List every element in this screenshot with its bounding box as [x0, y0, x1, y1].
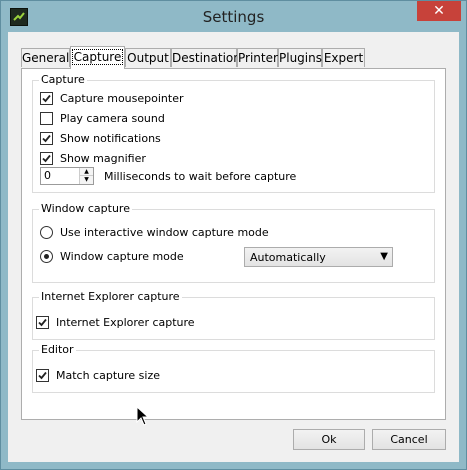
checkbox-box[interactable] — [36, 315, 49, 329]
settings-window: Settings ✕ General Capture Output Destin… — [0, 0, 467, 470]
tab-expert[interactable]: Expert — [322, 48, 365, 67]
radio-button[interactable] — [40, 225, 53, 239]
show-magnifier-checkbox[interactable]: Show magnifier — [40, 150, 146, 166]
cancel-button[interactable]: Cancel — [372, 429, 446, 450]
radio-label: Window capture mode — [60, 249, 184, 263]
tab-printer[interactable]: Printer — [237, 48, 278, 67]
chevron-down-icon: ▼ — [380, 251, 388, 262]
spinner-down-icon[interactable]: ▼ — [79, 175, 93, 184]
window-capture-mode-radio[interactable]: Window capture mode — [40, 248, 184, 264]
match-capture-size-checkbox[interactable]: Match capture size — [36, 367, 160, 383]
capture-mousepointer-checkbox[interactable]: Capture mousepointer — [40, 90, 184, 106]
window-capture-mode-select[interactable]: Automatically ▼ — [244, 247, 393, 267]
radio-selected-dot — [44, 253, 49, 259]
close-icon: ✕ — [433, 3, 445, 19]
tab-destination[interactable]: Destination — [171, 48, 241, 67]
checkbox-box[interactable] — [40, 131, 53, 145]
editor-group: Editor Match capture size — [32, 343, 435, 393]
ie-capture-group: Internet Explorer capture Internet Explo… — [32, 290, 435, 340]
tab-capture-label: Capture — [71, 49, 124, 65]
checkmark-icon — [38, 318, 47, 326]
mouse-cursor-icon — [136, 405, 150, 429]
capture-delay-label: Milliseconds to wait before capture — [104, 169, 297, 183]
checkmark-icon — [42, 134, 51, 142]
capture-delay-value[interactable]: 0 — [44, 169, 51, 182]
tab-general[interactable]: General — [21, 48, 70, 67]
show-notifications-checkbox[interactable]: Show notifications — [40, 130, 161, 146]
window-title: Settings — [202, 8, 265, 26]
tab-plugins[interactable]: Plugins — [278, 48, 322, 67]
radio-button[interactable] — [40, 249, 53, 263]
interactive-capture-radio[interactable]: Use interactive window capture mode — [40, 224, 269, 240]
ie-capture-checkbox[interactable]: Internet Explorer capture — [36, 314, 195, 330]
tab-output[interactable]: Output — [125, 48, 171, 67]
checkmark-icon — [42, 154, 51, 162]
capture-group-title: Capture — [39, 73, 87, 86]
checkbox-box[interactable] — [40, 151, 53, 165]
dialog-client-area: General Capture Output Destination Print… — [8, 32, 459, 462]
checkbox-label: Show magnifier — [60, 151, 146, 165]
title-bar[interactable]: Settings ✕ — [1, 1, 466, 31]
checkbox-box[interactable] — [40, 91, 53, 105]
checkbox-label: Internet Explorer capture — [56, 315, 195, 329]
checkbox-label: Play camera sound — [60, 111, 165, 125]
window-capture-group: Window capture Use interactive window ca… — [32, 202, 435, 283]
window-capture-group-title: Window capture — [39, 202, 132, 215]
checkbox-box[interactable] — [40, 111, 53, 125]
checkmark-icon — [42, 94, 51, 102]
tab-capture[interactable]: Capture — [70, 46, 125, 69]
capture-tab-panel: Capture Capture mousepointer Play camera… — [21, 68, 446, 420]
checkbox-label: Show notifications — [60, 131, 161, 145]
ie-capture-group-title: Internet Explorer capture — [39, 290, 182, 303]
editor-group-title: Editor — [39, 343, 76, 356]
play-camera-sound-checkbox[interactable]: Play camera sound — [40, 110, 165, 126]
checkbox-box[interactable] — [36, 368, 49, 382]
capture-group: Capture Capture mousepointer Play camera… — [32, 73, 435, 193]
capture-delay-spinner[interactable]: 0 ▲ ▼ — [40, 167, 94, 185]
checkmark-icon — [38, 371, 47, 379]
checkbox-label: Match capture size — [56, 368, 160, 382]
radio-label: Use interactive window capture mode — [60, 225, 269, 239]
checkbox-label: Capture mousepointer — [60, 91, 184, 105]
select-value: Automatically — [250, 251, 326, 264]
close-button[interactable]: ✕ — [417, 1, 461, 21]
ok-button[interactable]: Ok — [293, 429, 365, 450]
